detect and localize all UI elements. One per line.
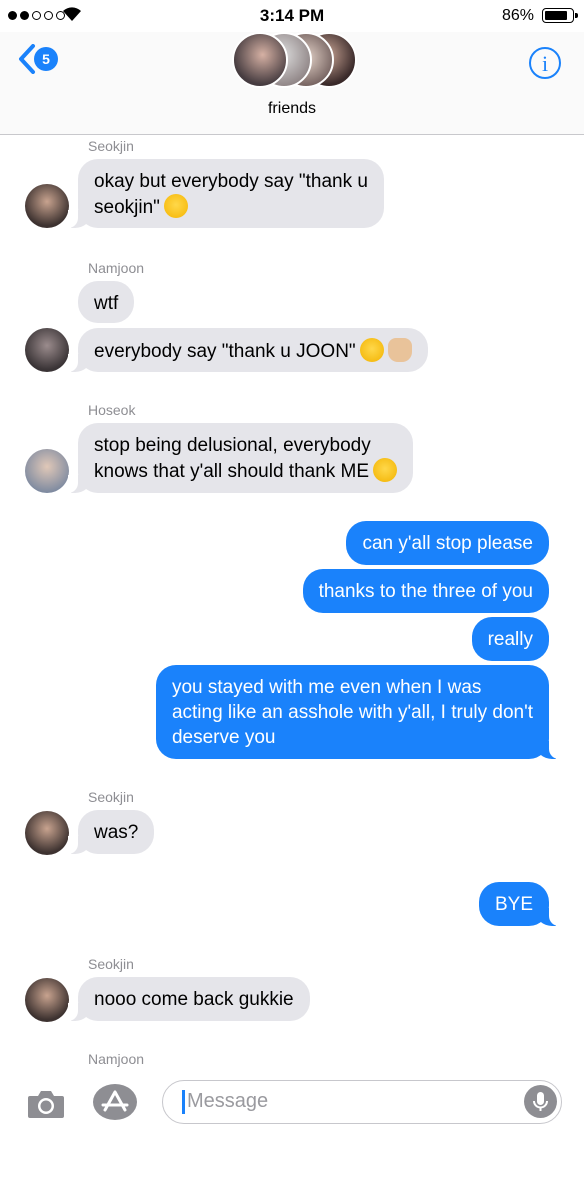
sender-name: Hoseok [88, 402, 136, 418]
message-bubble-sent[interactable]: you stayed with me even when I was actin… [155, 665, 560, 759]
conversation-header: 5 friends i [0, 32, 584, 135]
status-time: 3:14 PM [259, 6, 325, 25]
svg-text:i: i [542, 51, 548, 76]
message-bubble[interactable]: wtf [78, 281, 135, 323]
message-bubble-sent[interactable]: can y'all stop please [346, 521, 549, 565]
message-bubble[interactable]: stop being delusional, everybody knows t… [67, 423, 414, 493]
message-bubble[interactable]: everybody say "thank u JOON" [68, 328, 428, 372]
avatar [25, 449, 69, 493]
sender-name: Seokjin [88, 956, 134, 972]
camera-icon[interactable] [27, 1089, 65, 1119]
message-bubble-sent[interactable]: BYE [478, 882, 560, 926]
app-store-icon[interactable] [93, 1084, 137, 1120]
battery-percent: 86% [501, 7, 534, 24]
sender-name: Namjoon [88, 1051, 145, 1067]
message-input[interactable] [187, 1081, 507, 1122]
compose-bar [0, 1072, 584, 1136]
message-list[interactable]: Seokjin okay but everybody say "thank u … [0, 134, 584, 1072]
avatar [25, 184, 69, 228]
avatar [25, 978, 69, 1022]
group-avatars[interactable] [232, 32, 357, 90]
unread-count-badge: 5 [34, 47, 58, 71]
star-struck-emoji-icon [163, 194, 188, 218]
relieved-face-emoji-icon [373, 458, 398, 482]
avatar [25, 328, 69, 372]
battery-icon [542, 8, 578, 23]
message-input-field[interactable] [162, 1080, 562, 1124]
neutral-face-emoji-icon [359, 338, 384, 362]
message-bubble[interactable]: was? [67, 810, 155, 854]
sender-name: Seokjin [88, 789, 134, 805]
raised-hand-emoji-icon [387, 338, 412, 362]
microphone-icon[interactable] [524, 1085, 557, 1118]
back-button[interactable]: 5 [18, 44, 58, 74]
message-bubble-sent[interactable]: really [471, 617, 549, 661]
info-icon[interactable]: i [528, 46, 562, 80]
status-bar: 3:14 PM 86% [0, 0, 584, 32]
sender-name: Seokjin [88, 138, 134, 154]
sender-name: Namjoon [88, 260, 145, 276]
message-bubble[interactable]: nooo come back gukkie [68, 977, 310, 1021]
message-bubble[interactable]: okay but everybody say "thank u seokjin" [68, 159, 384, 228]
avatar [25, 811, 69, 855]
message-bubble-sent[interactable]: thanks to the three of you [302, 569, 549, 613]
group-name[interactable]: friends [0, 100, 584, 118]
avatar [232, 32, 288, 88]
text-cursor [182, 1090, 185, 1114]
